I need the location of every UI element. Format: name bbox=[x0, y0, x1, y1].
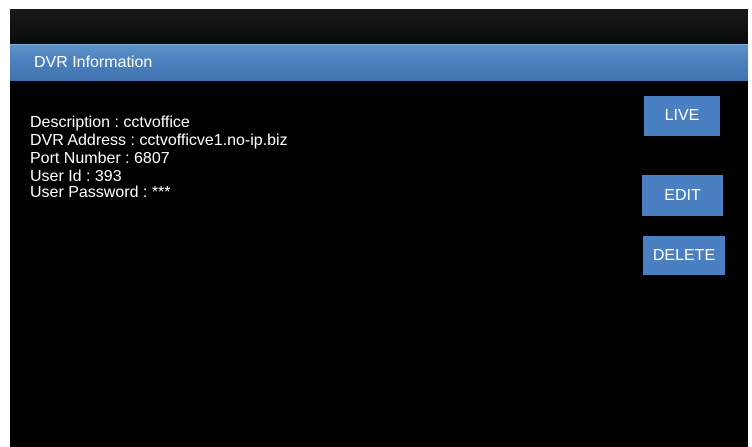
title-bar: DVR Information bbox=[10, 44, 748, 81]
user-password-text: User Password : *** bbox=[30, 184, 171, 201]
live-button[interactable]: LIVE bbox=[644, 96, 720, 136]
dvr-address-text: DVR Address : cctvofficve1.no-ip.biz bbox=[30, 132, 288, 149]
port-number-text: Port Number : 6807 bbox=[30, 150, 170, 167]
description-text: Description : cctvoffice bbox=[30, 114, 190, 131]
edit-button[interactable]: EDIT bbox=[642, 175, 723, 216]
dvr-screen: DVR Information Description : cctvoffice… bbox=[10, 9, 748, 447]
page-title: DVR Information bbox=[34, 54, 153, 71]
status-strip bbox=[10, 9, 748, 44]
delete-button[interactable]: DELETE bbox=[643, 236, 725, 275]
